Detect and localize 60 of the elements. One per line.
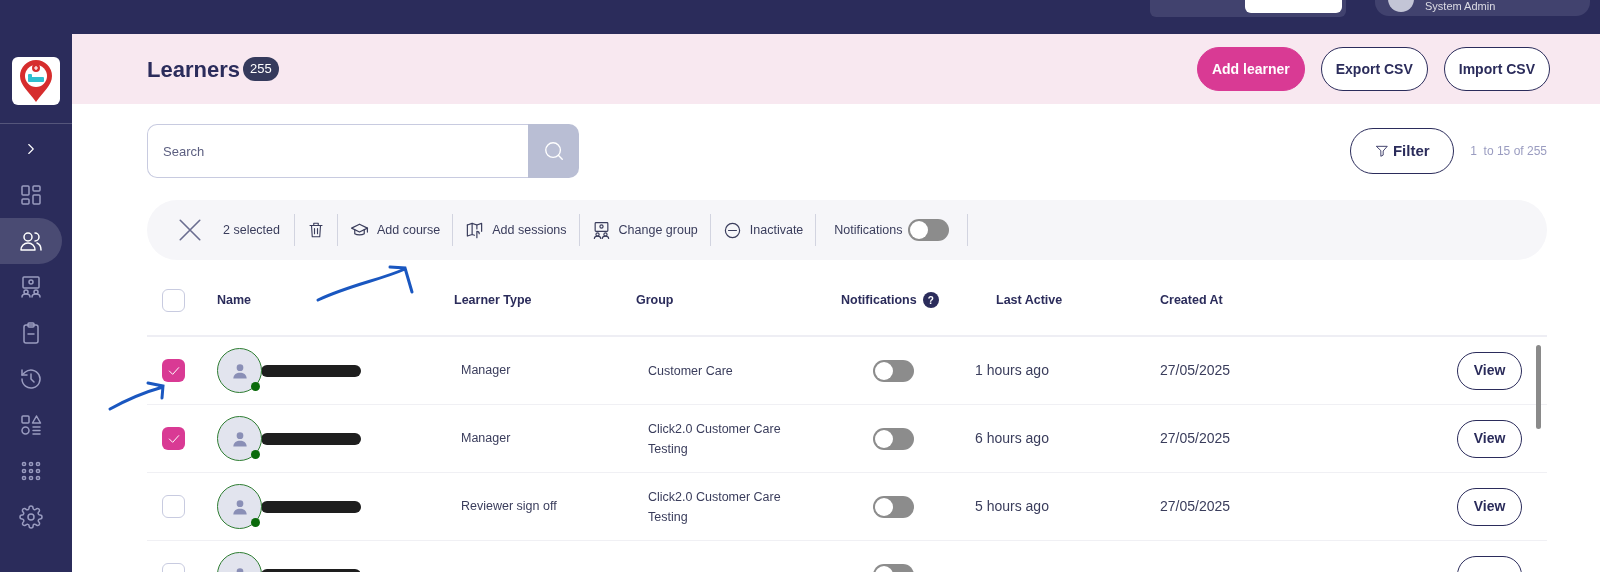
bulk-action-button[interactable]: Add sessions <box>453 220 579 240</box>
checkbox[interactable] <box>162 359 185 382</box>
sidebar-item[interactable] <box>0 218 62 264</box>
selected-count: 2 selected <box>223 221 280 239</box>
table-cell: 5 hours ago <box>975 498 1049 514</box>
close-icon[interactable] <box>177 217 203 243</box>
search-icon <box>542 140 565 162</box>
shapes-icon <box>19 413 43 437</box>
presentation-icon <box>19 275 43 299</box>
table-cell: Reviewer sign off <box>461 499 557 514</box>
column-header: Notifications <box>841 291 917 309</box>
table-cell: Click2.0 Customer Care Testing <box>648 421 781 456</box>
help-icon[interactable]: ? <box>922 292 939 308</box>
bulk-action-button[interactable]: Inactivate <box>710 220 816 240</box>
map-icon <box>465 220 485 240</box>
table-cell: Manager <box>461 431 511 446</box>
header-button[interactable]: Add learner <box>1196 47 1305 91</box>
column-header: Name <box>217 291 252 309</box>
bulk-action-button[interactable]: Add course <box>338 220 453 240</box>
bulk-action-button[interactable]: Change group <box>579 220 710 240</box>
column-header: Learner Type <box>454 291 532 309</box>
history-icon <box>19 367 43 391</box>
table-cell: 27/05/2025 <box>1160 362 1231 378</box>
column-header: Last Active <box>996 291 1063 309</box>
trash-icon <box>307 221 325 239</box>
presentation-icon <box>591 220 611 240</box>
user-role: System Admin <box>1425 0 1496 12</box>
minus-circle-icon <box>722 220 742 240</box>
filter-icon <box>1374 144 1389 158</box>
checkbox[interactable] <box>162 495 185 518</box>
grid-icon <box>19 459 43 483</box>
toggle-switch[interactable] <box>873 359 914 382</box>
column-header: Group <box>636 291 674 309</box>
toggle-switch[interactable] <box>908 219 950 241</box>
header-button[interactable]: Export CSV <box>1320 47 1428 91</box>
dashboard-icon <box>19 183 43 207</box>
checkbox[interactable] <box>162 288 185 312</box>
page-title: Learners <box>147 55 240 84</box>
table-cell: Manager <box>461 363 511 378</box>
scrollbar-thumb[interactable] <box>1536 345 1541 429</box>
pagination-text: 1 to 15 of 255 <box>1470 143 1547 160</box>
users-icon <box>19 229 43 253</box>
toggle-switch[interactable] <box>873 495 914 518</box>
column-header: Created At <box>1160 291 1223 309</box>
settings-icon <box>19 505 43 529</box>
search-field[interactable]: Search <box>147 124 528 178</box>
table-cell: 6 hours ago <box>975 430 1049 446</box>
table-cell: Click2.0 Customer Care Testing <box>648 489 781 524</box>
toggle-switch[interactable] <box>873 427 914 450</box>
annotation-arrow <box>108 381 165 411</box>
notifications-label: Notifications <box>834 221 903 239</box>
table-cell: Customer Care <box>648 363 733 378</box>
header-button[interactable]: Import CSV <box>1443 47 1550 91</box>
table-cell: 1 hours ago <box>975 362 1049 378</box>
table-cell: 27/05/2025 <box>1160 430 1231 446</box>
checkbox[interactable] <box>162 427 185 450</box>
app-logo <box>12 57 60 105</box>
count-badge: 255 <box>242 57 279 81</box>
user-menu[interactable]: System Admin <box>1375 0 1590 16</box>
table-cell: 27/05/2025 <box>1160 498 1231 514</box>
